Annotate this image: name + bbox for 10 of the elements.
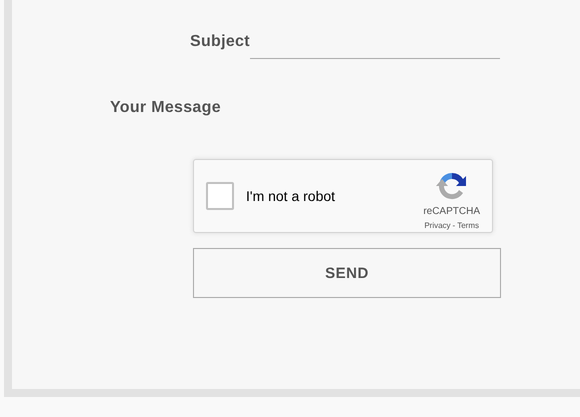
send-button[interactable]: SEND xyxy=(193,248,501,298)
recaptcha-logo-icon xyxy=(436,170,468,202)
captcha-label: I'm not a robot xyxy=(246,188,336,204)
privacy-link[interactable]: Privacy xyxy=(424,221,451,230)
captcha-checkbox[interactable] xyxy=(206,182,234,210)
message-label: Your Message xyxy=(110,99,221,117)
subject-label: Subject xyxy=(190,33,250,52)
terms-link[interactable]: Terms xyxy=(457,221,479,230)
recaptcha-brand: reCAPTCHA xyxy=(423,206,480,217)
link-separator: - xyxy=(452,221,456,230)
